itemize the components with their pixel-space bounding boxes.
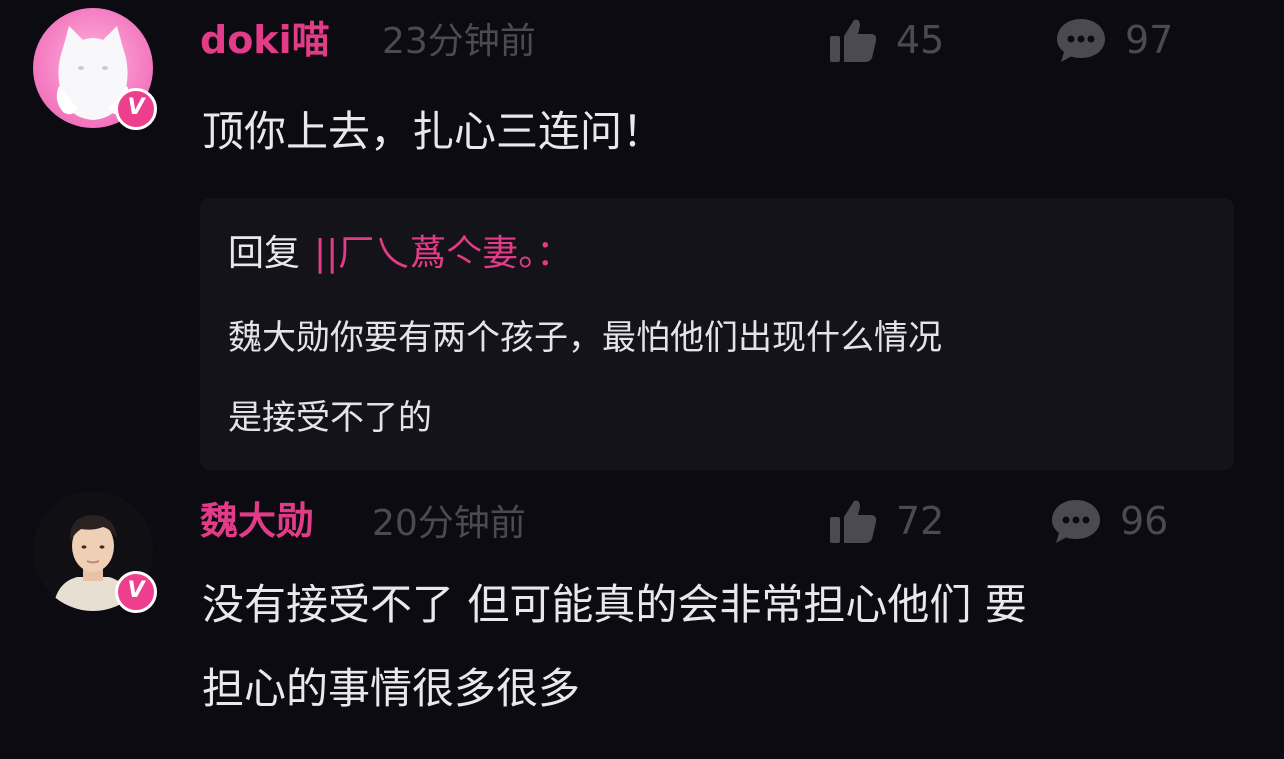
comment-item: V doki喵 23分钟前 45 97 顶你上去，扎心三连问！ 回复 ||厂乀蔿… [0,0,1284,480]
like-count: 72 [896,499,945,543]
username[interactable]: doki喵 [200,18,330,62]
avatar[interactable]: V [33,8,157,132]
timestamp: 20分钟前 [372,503,526,544]
reply-count: 96 [1120,499,1169,543]
comment-text-line: 没有接受不了 但可能真的会非常担心他们 要 [202,580,1027,629]
like-button[interactable]: 72 [828,497,944,545]
reply-button[interactable]: 96 [1050,497,1168,545]
comment-bubble-icon [1052,500,1100,543]
comment-item: V 魏大勋 20分钟前 72 96 没有接受不了 但可能真的会非常担心他们 要 … [0,480,1284,759]
comment-bubble-icon [1057,19,1105,62]
thumbs-up-icon [830,19,877,63]
comment-text: 没有接受不了 但可能真的会非常担心他们 要 担心的事情很多很多 [202,563,1027,731]
quoted-text: 魏大勋你要有两个孩子，最怕他们出现什么情况 是接受不了的 [228,298,942,458]
verified-v-icon: V [115,88,157,130]
thumbs-up-icon [830,500,877,543]
comment-text-line: 顶你上去，扎心三连问！ [202,107,665,156]
verified-v-icon: V [115,571,157,613]
username[interactable]: 魏大勋 [200,499,314,543]
reply-count: 97 [1125,18,1174,62]
like-button[interactable]: 45 [828,16,944,64]
quoted-reply[interactable]: 回复 ||厂乀蔿亽妻。： 魏大勋你要有两个孩子，最怕他们出现什么情况 是接受不了的 [200,198,1234,470]
quoted-text-line: 是接受不了的 [228,398,432,438]
comment-text: 顶你上去，扎心三连问！ [202,90,664,174]
quoted-text-line: 魏大勋你要有两个孩子，最怕他们出现什么情况 [228,318,942,358]
reply-button[interactable]: 97 [1055,16,1173,64]
avatar[interactable]: V [33,491,157,615]
reply-target-username[interactable]: ||厂乀蔿亽妻。： [314,233,572,274]
comment-list: V doki喵 23分钟前 45 97 顶你上去，扎心三连问！ 回复 ||厂乀蔿… [0,0,1284,759]
reply-prefix: 回复 [228,233,301,274]
quote-header: 回复 ||厂乀蔿亽妻。： [228,228,572,280]
like-count: 45 [896,18,945,62]
timestamp: 23分钟前 [382,21,536,62]
comment-text-line: 担心的事情很多很多 [202,664,581,713]
